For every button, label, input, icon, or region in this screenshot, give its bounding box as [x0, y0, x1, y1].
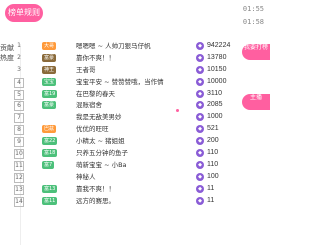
list-item[interactable]: 7 我是无敌美男妙 ◆ 1000	[14, 111, 270, 124]
list-item[interactable]: 5 富19 在巴黎的春天 ◆ 3110	[14, 88, 270, 100]
list-item[interactable]: 12 神秘人 ◆ 100	[14, 171, 270, 183]
list-item[interactable]: 10 富18 只养五分钟的鱼子 ◆ 110	[14, 147, 270, 160]
user-name: 嗯嗯嗯 ~ 人帅刀狠马仔帆	[76, 42, 151, 50]
score-value: 13780	[207, 53, 227, 61]
level-badge: 大哥	[42, 42, 57, 50]
level-badge: 宝宝	[42, 77, 57, 86]
rank-number: 4	[14, 77, 24, 88]
coin-icon: ◆	[196, 42, 204, 50]
score-value: 521	[207, 125, 219, 133]
rank-number: 9	[14, 137, 24, 148]
user-name: 神秘人	[76, 172, 96, 181]
rank-number: 6	[14, 101, 24, 112]
timestamp: 01:55	[242, 5, 264, 13]
coin-icon: ◆	[196, 65, 204, 74]
user-name: 宝宝平安 ~ 赞赞赞哦，当作情	[76, 77, 164, 86]
coin-icon: ◆	[196, 89, 204, 98]
score-value: 2085	[207, 101, 223, 109]
list-item[interactable]: 13 富13 靠我不爽！！ ◆ 11	[14, 183, 270, 195]
list-item[interactable]: 4 宝宝 宝宝平安 ~ 赞赞赞哦，当作情 ◆ 10000	[14, 76, 270, 88]
user-name: 小精太 ~ 猪姐姐	[76, 137, 125, 146]
rank-number: 1	[17, 42, 21, 49]
level-badge: 富18	[42, 149, 58, 158]
user-name: 我是无敌美男妙	[76, 113, 122, 122]
coin-icon: ◆	[196, 77, 204, 86]
coin-icon: ◆	[196, 196, 204, 205]
score-value: 942224	[207, 42, 231, 49]
user-name: 靠我不爽！！	[76, 184, 115, 193]
rank-number: 11	[14, 160, 24, 171]
level-badge: 富豪	[42, 101, 57, 110]
list-item[interactable]: 6 富豪 混账宿舍 ◆ 2085	[14, 99, 270, 112]
coin-icon: ◆	[196, 184, 204, 193]
score-value: 200	[207, 137, 219, 145]
list-item[interactable]: 14 富11 远方的赛思。 ◆ 11	[14, 195, 270, 207]
rank-number: 12	[14, 172, 24, 183]
user-name: 靠你不爽！！	[76, 53, 115, 62]
score-value: 10150	[207, 65, 227, 73]
rank-number: 3	[17, 65, 21, 73]
coin-icon: ◆	[196, 137, 204, 146]
level-badge: 巴兹	[42, 125, 57, 134]
user-name: 只养五分钟的鱼子	[76, 149, 128, 158]
list-item[interactable]: 8 巴兹 优优的旺旺 ◆ 521	[14, 123, 270, 136]
timestamp: 01:58	[242, 18, 264, 26]
score-value: 11	[207, 196, 215, 204]
side-tab-contribution[interactable]: 贡献	[0, 44, 14, 53]
list-item[interactable]: 3 神王 王者哥 ◆ 10150	[14, 64, 270, 76]
coin-icon: ◆	[196, 160, 204, 169]
rank-number: 7	[14, 113, 24, 124]
user-name: 优优的旺旺	[76, 125, 109, 134]
rank-number: 2	[17, 53, 21, 61]
score-value: 1000	[207, 113, 223, 121]
ranking-list: 1 大哥 嗯嗯嗯 ~ 人帅刀狠马仔帆 ◆ 942224 2 富豪 靠你不爽！！ ◆ 13780 3 神…	[14, 40, 270, 207]
coin-icon: ◆	[196, 149, 204, 158]
list-item[interactable]: 1 大哥 嗯嗯嗯 ~ 人帅刀狠马仔帆 ◆ 942224	[14, 40, 270, 52]
coin-icon: ◆	[196, 101, 204, 110]
rank-number: 10	[14, 149, 24, 160]
list-item[interactable]: 2 富豪 靠你不爽！！ ◆ 13780	[14, 52, 270, 64]
rank-number: 5	[14, 89, 24, 100]
user-name: 萌新宝宝 ~ 小Ba	[76, 160, 127, 169]
coin-icon: ◆	[196, 53, 204, 62]
rank-number: 14	[14, 196, 24, 207]
level-badge: 富22	[42, 137, 58, 146]
coin-icon: ◆	[196, 172, 204, 181]
side-tab-heat[interactable]: 热度	[0, 54, 14, 63]
user-name: 在巴黎的春天	[76, 89, 115, 98]
score-value: 3110	[207, 89, 223, 97]
level-badge: 富13	[42, 184, 58, 193]
rank-number: 13	[14, 184, 24, 195]
level-badge: 富19	[42, 89, 58, 98]
user-name: 混账宿舍	[76, 101, 102, 110]
coin-icon: ◆	[196, 125, 204, 134]
level-badge: 神王	[42, 65, 57, 74]
level-badge: 富11	[42, 196, 58, 205]
level-badge: 富豪	[42, 53, 57, 62]
user-name: 远方的赛思。	[76, 196, 115, 205]
list-item[interactable]: 11 富7 萌新宝宝 ~ 小Ba ◆ 110	[14, 159, 270, 171]
score-value: 110	[207, 160, 219, 168]
list-item[interactable]: 9 富22 小精太 ~ 猪姐姐 ◆ 200	[14, 135, 270, 148]
score-value: 110	[207, 149, 219, 157]
score-value: 10000	[207, 77, 227, 85]
top-bar: 榜单规则 01:55 01:58	[0, 0, 270, 38]
score-value: 11	[207, 184, 215, 192]
score-value: 100	[207, 172, 219, 180]
rules-pill-button[interactable]: 榜单规则	[5, 4, 43, 22]
level-badge: 富7	[42, 160, 55, 169]
rank-number: 8	[14, 125, 24, 136]
user-name: 王者哥	[76, 65, 96, 74]
coin-icon: ◆	[196, 113, 204, 122]
